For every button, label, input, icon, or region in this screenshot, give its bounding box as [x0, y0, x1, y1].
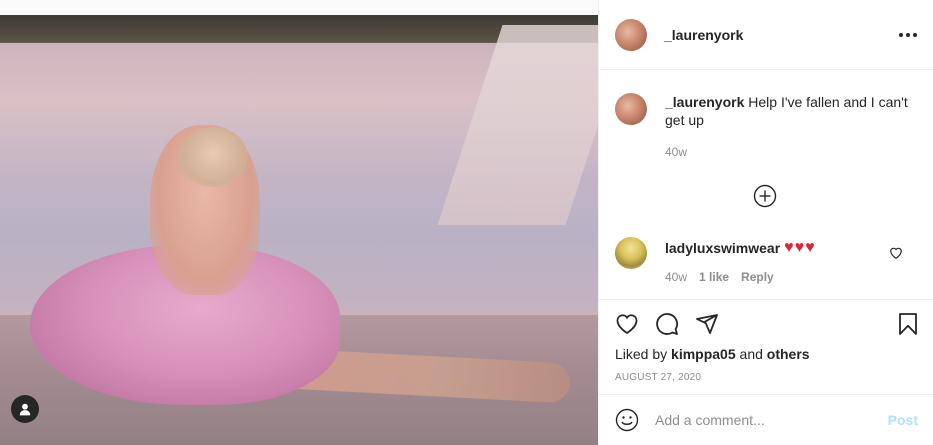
post-header: _laurenyork — [599, 0, 933, 70]
add-comment-bar: Post — [599, 394, 933, 445]
heart-emoji: ♥♥♥ — [784, 239, 816, 256]
comments-section: _laurenyork Help I've fallen and I can't… — [599, 71, 933, 299]
caption-username[interactable]: _laurenyork — [665, 94, 744, 110]
comment-like-heart-icon[interactable] — [889, 246, 903, 260]
reply-avatar[interactable] — [615, 237, 647, 269]
liked-by-prefix: Liked by — [615, 346, 668, 362]
bookmark-icon[interactable] — [896, 312, 920, 336]
more-options-icon[interactable] — [899, 32, 917, 37]
reply-button[interactable]: Reply — [741, 270, 774, 284]
post-actions: Liked by kimppa05 and others AUGUST 27, … — [599, 299, 933, 394]
liked-by-user[interactable]: kimppa05 — [671, 346, 736, 362]
post-image[interactable] — [0, 15, 598, 445]
caption: _laurenyork Help I've fallen and I can't… — [615, 93, 915, 129]
reply-meta: 40w 1 like Reply — [665, 270, 774, 284]
post-button[interactable]: Post — [888, 412, 918, 428]
action-icons — [615, 312, 719, 336]
top-strip — [0, 0, 598, 15]
user-tag-icon — [19, 403, 31, 416]
heart-icon[interactable] — [615, 312, 639, 336]
share-icon[interactable] — [695, 312, 719, 336]
subject-hair — [178, 127, 248, 187]
post-panel: _laurenyork _laurenyork Help I've fallen… — [598, 0, 933, 445]
reply-time[interactable]: 40w — [665, 270, 687, 284]
caption-text: _laurenyork Help I've fallen and I can't… — [665, 93, 915, 129]
user-tag-button[interactable] — [11, 395, 39, 423]
caption-avatar[interactable] — [615, 93, 647, 125]
reply-username[interactable]: ladyluxswimwear — [665, 240, 780, 256]
liked-by-and: and — [739, 346, 763, 362]
liked-by-others[interactable]: others — [767, 346, 810, 362]
liked-by: Liked by kimppa05 and others — [615, 346, 810, 362]
plus-circle-icon[interactable] — [753, 184, 777, 208]
reply-likes[interactable]: 1 like — [699, 270, 729, 284]
post-date[interactable]: AUGUST 27, 2020 — [615, 372, 701, 383]
reply-text: ladyluxswimwear ♥♥♥ — [665, 239, 816, 257]
caption-time[interactable]: 40w — [665, 145, 687, 159]
post-username[interactable]: _laurenyork — [664, 27, 743, 43]
comment-icon[interactable] — [655, 312, 679, 336]
emoji-icon[interactable] — [615, 408, 639, 432]
avatar[interactable] — [615, 18, 647, 51]
comment-input[interactable] — [655, 412, 888, 428]
